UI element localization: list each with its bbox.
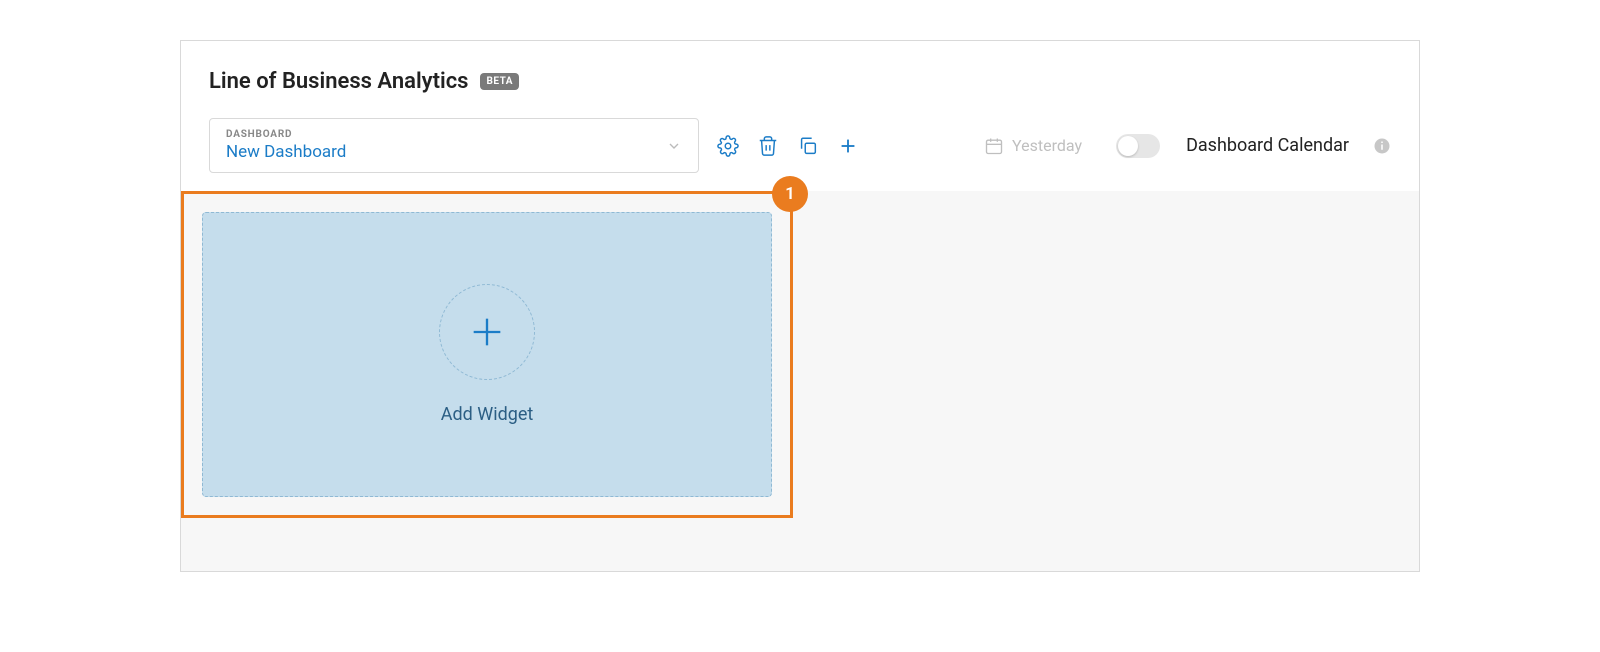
page-header: Line of Business Analytics BETA <box>181 41 1419 100</box>
dashboard-selector[interactable]: DASHBOARD New Dashboard <box>209 118 699 173</box>
date-range-label: Yesterday <box>1012 136 1082 155</box>
callout-highlight: 1 Add Widget <box>181 191 793 518</box>
beta-badge: BETA <box>480 73 519 90</box>
app-frame: Line of Business Analytics BETA DASHBOAR… <box>180 40 1420 572</box>
page-title: Line of Business Analytics <box>209 69 468 94</box>
callout-number-badge: 1 <box>772 176 808 212</box>
date-range-control[interactable]: Yesterday <box>984 136 1082 156</box>
gear-icon[interactable] <box>717 135 739 157</box>
dashboard-selector-label: DASHBOARD <box>226 129 346 140</box>
toolbar: DASHBOARD New Dashboard <box>181 100 1419 191</box>
add-widget-label: Add Widget <box>441 404 534 425</box>
add-widget-tile[interactable]: Add Widget <box>202 212 772 497</box>
plus-icon[interactable] <box>837 135 859 157</box>
chevron-down-icon <box>666 138 682 154</box>
copy-icon[interactable] <box>797 135 819 157</box>
calendar-toggle[interactable] <box>1116 134 1160 158</box>
dashboard-selector-text: DASHBOARD New Dashboard <box>226 129 346 162</box>
toolbar-icon-row <box>717 135 859 157</box>
calendar-icon <box>984 136 1004 156</box>
toggle-knob <box>1118 136 1138 156</box>
add-widget-plus-circle <box>439 284 535 380</box>
calendar-label: Dashboard Calendar <box>1186 135 1349 156</box>
info-icon[interactable] <box>1373 137 1391 155</box>
trash-icon[interactable] <box>757 135 779 157</box>
dashboard-selector-value: New Dashboard <box>226 142 346 162</box>
dashboard-canvas: 1 Add Widget <box>181 191 1419 571</box>
